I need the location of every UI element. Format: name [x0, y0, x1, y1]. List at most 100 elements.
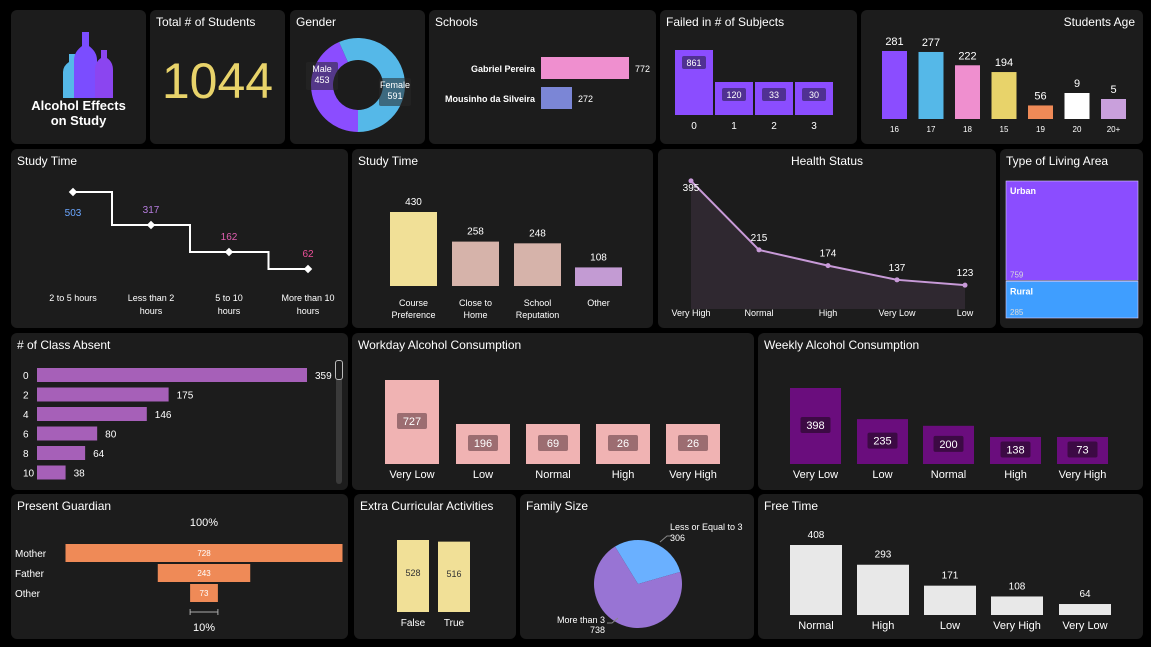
studybar-cat-0-0: Course — [399, 298, 428, 308]
schools-card: Schools Gabriel Pereira 772 Mousinho da Si… — [429, 10, 656, 144]
freetime-cat-0: Normal — [798, 620, 833, 632]
workday-cat-1: Low — [473, 469, 493, 481]
guardian-top-label: 100% — [190, 517, 218, 529]
age-value-4: 56 — [1034, 90, 1046, 102]
schools-bar-0 — [541, 57, 629, 79]
guardian-bracket — [189, 609, 219, 615]
family-label-0: Less or Equal to 3 — [670, 522, 743, 532]
age-value-3: 194 — [995, 57, 1013, 69]
absent-value-1: 175 — [177, 391, 194, 402]
studyline-cat-2-1: hours — [218, 306, 241, 316]
studybar-bar-0 — [390, 212, 437, 286]
failed-chart: 861 0 120 1 33 2 30 3 — [675, 50, 833, 132]
health-point-4 — [962, 282, 968, 288]
studyline-cat-1-0: Less than 2 — [128, 293, 175, 303]
age-cat-6: 20+ — [1107, 125, 1121, 134]
gender-label-1: Female — [380, 80, 410, 90]
extra-cat-1: True — [444, 618, 465, 629]
health-value-3: 137 — [889, 263, 906, 274]
guardian-card: Present Guardian 100% 728 Mother 243 Father 7… — [11, 494, 348, 639]
age-value-1: 277 — [922, 37, 940, 49]
age-bar-3 — [991, 72, 1017, 119]
health-chart: 395 Very High 215 Normal 174 High 137 Very Low 1… — [671, 178, 974, 318]
age-value-2: 222 — [958, 50, 976, 62]
freetime-card: Free Time 408 Normal 293 High 171 Low 108 Very … — [758, 494, 1143, 639]
studytime-line-chart: 503 2 to 5 hours 317 Less than 2 hours 162 5 t… — [49, 187, 335, 316]
absent-bar-4 — [37, 446, 86, 460]
guardian-chart: 100% 728 Mother 243 Father 73 Other 10% — [15, 517, 343, 634]
freetime-value-4: 64 — [1079, 589, 1091, 600]
freetime-bar-2 — [924, 585, 976, 615]
studybar-cat-3-0: Other — [587, 298, 610, 308]
absent-bar-1 — [37, 387, 169, 402]
studyline-value-2: 162 — [221, 232, 238, 243]
weekly-cat-1: Low — [872, 469, 892, 481]
health-cat-0: Very High — [671, 308, 710, 318]
total-students-card: Total # of Students 1044 — [150, 10, 285, 144]
absent-cat-0: 0 — [23, 371, 29, 382]
health-value-1: 215 — [751, 233, 768, 244]
studyline-value-3: 62 — [302, 249, 314, 260]
schools-chart: Gabriel Pereira 772 Mousinho da Silveira 27… — [445, 57, 650, 109]
studyline-point-0 — [68, 187, 78, 197]
studytime-line-card: Study Time 503 2 to 5 hours 317 Less than 2… — [11, 149, 348, 328]
freetime-cat-2: Low — [940, 620, 960, 632]
total-students-title: Total # of Students — [156, 15, 256, 29]
age-value-5: 9 — [1074, 78, 1080, 90]
weekly-card: Weekly Alcohol Consumption 398 Very Low 23… — [758, 333, 1143, 490]
failed-value-2: 33 — [769, 90, 779, 100]
weekly-value-4: 73 — [1076, 445, 1088, 457]
freetime-cat-3: Very High — [993, 620, 1041, 632]
freetime-value-2: 171 — [942, 571, 959, 582]
weekly-cat-4: Very High — [1059, 469, 1107, 481]
extra-value-0: 528 — [405, 568, 420, 578]
health-point-2 — [825, 263, 831, 269]
workday-cat-3: High — [612, 469, 635, 481]
absent-cat-3: 6 — [23, 430, 29, 441]
absent-chart: 0 359 2 175 4 146 6 80 8 64 10 38 — [23, 368, 332, 480]
workday-cat-4: Very High — [669, 469, 717, 481]
health-value-0: 395 — [683, 183, 700, 194]
family-value-1: 738 — [590, 625, 605, 635]
studyline-value-0: 503 — [65, 208, 82, 219]
logo-title-line1: Alcohol Effects — [31, 98, 126, 113]
absent-cat-5: 10 — [23, 469, 35, 480]
absent-scrollbar[interactable] — [335, 360, 343, 484]
bottle-right — [95, 50, 113, 98]
freetime-value-3: 108 — [1009, 581, 1026, 592]
extra-value-1: 516 — [446, 569, 461, 579]
total-students-value: 1044 — [161, 53, 274, 109]
living-value-0: 759 — [1010, 270, 1024, 279]
freetime-bar-1 — [857, 564, 909, 615]
schools-label-1: Mousinho da Silveira — [445, 94, 536, 104]
health-cat-4: Low — [957, 308, 974, 318]
absent-scrollbar-thumb[interactable] — [335, 360, 343, 380]
schools-value-1: 272 — [578, 94, 593, 104]
absent-cat-1: 2 — [23, 391, 29, 402]
studybar-value-3: 108 — [590, 252, 607, 263]
freetime-value-1: 293 — [875, 550, 892, 561]
workday-value-3: 26 — [617, 438, 629, 450]
schools-value-0: 772 — [635, 64, 650, 74]
weekly-value-1: 235 — [873, 436, 891, 448]
workday-card: Workday Alcohol Consumption 727 Very Low 1… — [352, 333, 754, 490]
extra-card: Extra Curricular Activities 528 False 516 T… — [354, 494, 516, 639]
failed-cat-3: 3 — [811, 121, 817, 132]
studybar-cat-0-1: Preference — [391, 310, 435, 320]
failed-cat-1: 1 — [731, 121, 737, 132]
gender-card: Gender Male 453 Female 591 — [290, 10, 425, 144]
freetime-chart: 408 Normal 293 High 171 Low 108 Very High 64 Very… — [790, 530, 1111, 632]
health-cat-3: Very Low — [878, 308, 916, 318]
age-bar-0 — [882, 51, 907, 119]
age-cat-4: 19 — [1036, 125, 1045, 134]
weekly-cat-2: Normal — [931, 469, 966, 481]
age-cat-5: 20 — [1073, 125, 1082, 134]
extra-chart: 528 False 516 True — [397, 540, 470, 629]
guardian-cat-0: Mother — [15, 549, 47, 560]
studytime-bar-chart: 430 Course Preference 258 Close to Home 248 Sch… — [390, 197, 622, 320]
age-cat-2: 18 — [963, 125, 972, 134]
weekly-value-0: 398 — [806, 420, 824, 432]
guardian-value-0: 728 — [197, 549, 211, 558]
living-chart: Urban 759 Rural 285 — [1005, 180, 1139, 319]
family-value-0: 306 — [670, 533, 685, 543]
